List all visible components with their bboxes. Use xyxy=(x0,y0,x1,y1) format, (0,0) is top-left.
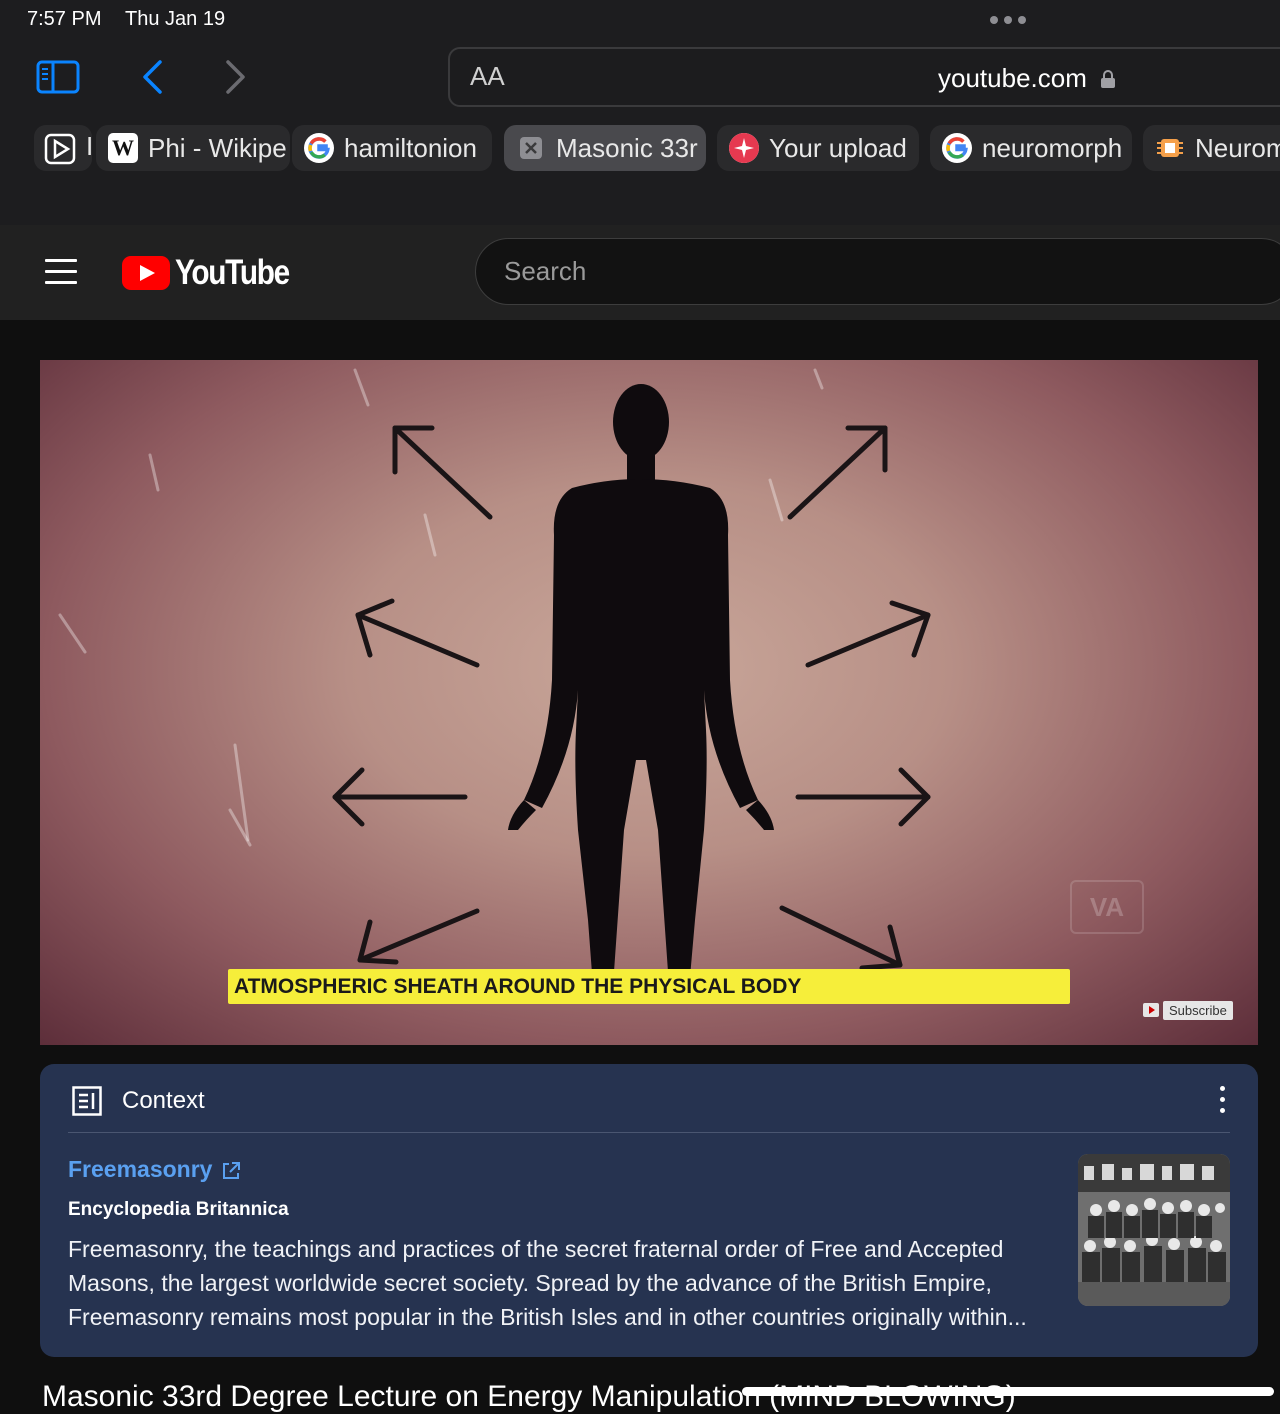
url-text: youtube.com xyxy=(938,63,1087,93)
tab-masonic[interactable]: Masonic 33r xyxy=(504,125,706,171)
search-box[interactable] xyxy=(475,238,1280,305)
status-time: 7:57 PM xyxy=(27,8,102,30)
video-caption: ATMOSPHERIC SHEATH AROUND THE PHYSICAL B… xyxy=(228,969,1070,1004)
text-size-button[interactable]: AA xyxy=(470,61,505,92)
chip-icon xyxy=(1155,133,1185,163)
back-chevron-icon[interactable] xyxy=(140,60,164,94)
group-photo-thumbnail[interactable] xyxy=(1078,1154,1230,1306)
more-options-icon[interactable] xyxy=(1212,1086,1232,1116)
video-frame-illustration xyxy=(58,368,931,1000)
watermark-logo: VA xyxy=(1070,880,1144,934)
youtube-header: YouTube xyxy=(0,225,1280,320)
tab-hamiltonion[interactable]: hamiltonion xyxy=(292,125,492,171)
divider xyxy=(68,1132,1230,1133)
subscribe-button[interactable]: Subscribe xyxy=(1143,1000,1233,1020)
tab-video-app[interactable]: I xyxy=(34,125,92,171)
freemasonry-link[interactable]: Freemasonry xyxy=(68,1156,241,1183)
external-link-icon xyxy=(221,1160,241,1180)
youtube-wordmark: YouTube xyxy=(175,253,290,292)
close-icon[interactable] xyxy=(520,137,542,159)
tab-your-uploads[interactable]: Your upload xyxy=(717,125,919,171)
tab-label: Masonic 33r xyxy=(556,132,698,163)
youtube-small-icon xyxy=(1143,1003,1159,1017)
source-label: Encyclopedia Britannica xyxy=(68,1199,289,1220)
browser-chrome: 7:57 PM Thu Jan 19 AA youtube.com I W Ph… xyxy=(0,0,1280,225)
home-indicator[interactable] xyxy=(742,1387,1274,1396)
tab-label: Phi - Wikipe xyxy=(148,132,287,163)
forward-chevron-icon[interactable] xyxy=(224,60,248,94)
wikipedia-icon: W xyxy=(108,133,138,163)
hamburger-menu-icon[interactable] xyxy=(45,259,77,285)
youtube-logo[interactable]: YouTube xyxy=(122,253,309,292)
tab-neurom[interactable]: Neurom xyxy=(1143,125,1280,171)
tab-wikipedia[interactable]: W Phi - Wikipe xyxy=(96,125,290,171)
youtube-play-icon xyxy=(122,256,170,290)
video-player[interactable]: VA ATMOSPHERIC SHEATH AROUND THE PHYSICA… xyxy=(40,360,1258,1045)
context-description: Freemasonry, the teachings and practices… xyxy=(68,1236,1027,1330)
subscribe-label: Subscribe xyxy=(1163,1000,1233,1020)
google-icon xyxy=(304,133,334,163)
video-player-icon xyxy=(44,133,76,165)
tab-label: neuromorph xyxy=(982,132,1123,163)
tab-bar: I W Phi - Wikipe hamiltonion Masonic 33r… xyxy=(34,125,1280,173)
upload-app-icon xyxy=(729,133,759,163)
search-input[interactable] xyxy=(476,239,1206,304)
tab-neuromorph[interactable]: neuromorph xyxy=(930,125,1132,171)
multitasking-dots-icon[interactable] xyxy=(990,16,1030,26)
sidebar-toggle-icon[interactable] xyxy=(36,60,80,94)
link-label: Freemasonry xyxy=(68,1156,213,1182)
context-info-icon xyxy=(72,1086,102,1116)
context-heading: Context xyxy=(122,1087,205,1114)
google-icon xyxy=(942,133,972,163)
human-silhouette xyxy=(508,384,774,1000)
context-panel: Context Freemasonry Encyclopedia Britann… xyxy=(40,1064,1258,1357)
tab-label: Neurom xyxy=(1195,132,1280,163)
tab-label: hamiltonion xyxy=(344,132,477,163)
lock-icon xyxy=(1100,69,1116,89)
tab-label: Your upload xyxy=(769,132,907,163)
address-bar[interactable]: AA youtube.com xyxy=(448,47,1280,107)
status-date: Thu Jan 19 xyxy=(125,8,226,30)
